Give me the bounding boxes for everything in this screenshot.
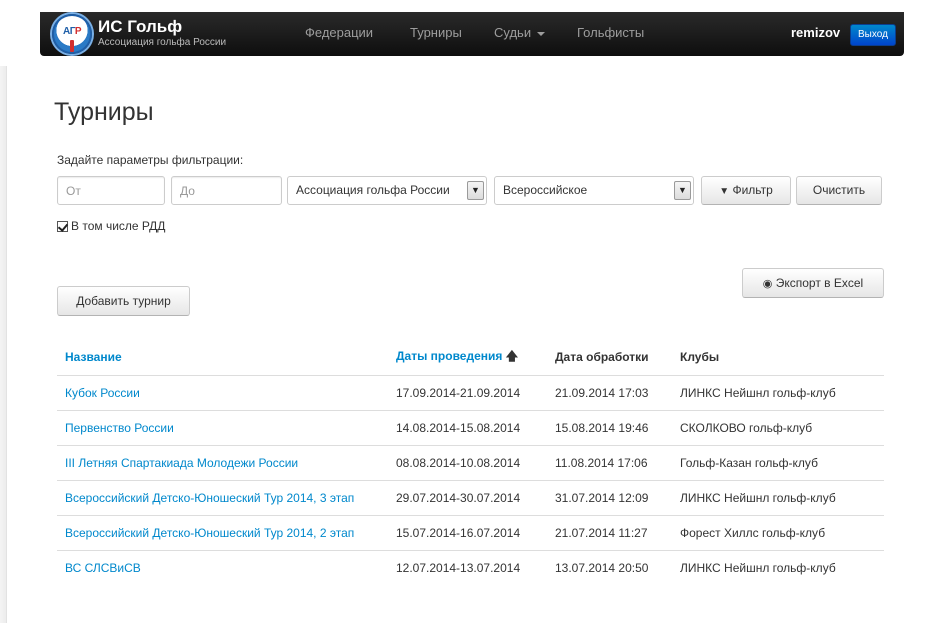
include-rdd-label: В том числе РДД xyxy=(71,219,166,233)
table-cell-name: Кубок России xyxy=(57,374,388,410)
include-rdd-checkbox[interactable] xyxy=(57,220,68,232)
tournament-link[interactable]: Всероссийский Детско-Юношеский Тур 2014,… xyxy=(65,526,354,540)
sort-by-dates-link[interactable]: Даты проведения xyxy=(396,349,502,363)
navbar-inner: АГР ИС Гольф Ассоциация гольфа России Фе… xyxy=(40,12,904,56)
federation-select-value: Ассоциация гольфа России xyxy=(296,183,450,197)
table-row: Всероссийский Детско-Юношеский Тур 2014,… xyxy=(57,479,884,515)
tournament-link[interactable]: Первенство России xyxy=(65,421,174,435)
column-header-clubs: Клубы xyxy=(672,340,884,376)
nav-link-judges-label: Судьи xyxy=(494,25,532,40)
table-cell-processed: 15.08.2014 19:46 xyxy=(547,409,672,445)
table-cell-clubs: Гольф-Казан гольф-клуб xyxy=(672,444,884,480)
table-cell-clubs: ЛИНКС Нейшнл гольф-клуб xyxy=(672,479,884,515)
table-cell-name: ВС СЛСВиСВ xyxy=(57,549,388,585)
golf-tee-icon xyxy=(70,40,74,52)
table-cell-processed: 13.07.2014 20:50 xyxy=(547,549,672,585)
page-left-edge xyxy=(0,66,7,623)
table-cell-dates: 15.07.2014-16.07.2014 xyxy=(388,514,547,550)
sort-ascending-icon: 🡅 xyxy=(505,348,519,363)
table-cell-clubs: ЛИНКС Нейшнл гольф-клуб xyxy=(672,549,884,585)
export-icon: ◉ xyxy=(762,278,773,290)
tournament-link[interactable]: Всероссийский Детско-Юношеский Тур 2014,… xyxy=(65,491,354,505)
table-cell-dates: 08.08.2014-10.08.2014 xyxy=(388,444,547,480)
nav-link-federations[interactable]: Федерации xyxy=(305,25,373,40)
add-tournament-button[interactable]: Добавить турнир xyxy=(57,286,190,316)
table-header-row: Название Даты проведения 🡅 Дата обработк… xyxy=(57,340,884,376)
tournaments-table: Название Даты проведения 🡅 Дата обработк… xyxy=(57,340,884,585)
table-row: Всероссийский Детско-Юношеский Тур 2014,… xyxy=(57,514,884,550)
clear-button[interactable]: Очистить xyxy=(796,176,882,205)
filter-label: Задайте параметры фильтрации: xyxy=(57,153,244,167)
caret-down-icon xyxy=(537,31,546,36)
tournament-link[interactable]: III Летняя Спартакиада Молодежи России xyxy=(65,456,298,470)
navbar: АГР ИС Гольф Ассоциация гольфа России Фе… xyxy=(7,0,931,66)
table-cell-name: Всероссийский Детско-Юношеский Тур 2014,… xyxy=(57,514,388,550)
federation-select[interactable]: Ассоциация гольфа России ▼ xyxy=(287,176,487,205)
chevron-down-icon: ▼ xyxy=(467,181,484,200)
level-select[interactable]: Всероссийское ▼ xyxy=(494,176,694,205)
brand-subtitle: Ассоциация гольфа России xyxy=(98,37,227,48)
nav-link-golfers[interactable]: Гольфисты xyxy=(577,25,644,40)
date-to-input[interactable] xyxy=(171,176,282,205)
table-cell-name: Всероссийский Детско-Юношеский Тур 2014,… xyxy=(57,479,388,515)
table-cell-processed: 11.08.2014 17:06 xyxy=(547,444,672,480)
tournament-link[interactable]: ВС СЛСВиСВ xyxy=(65,561,141,575)
export-excel-button[interactable]: ◉ Экспорт в Excel xyxy=(742,268,884,298)
table-cell-dates: 17.09.2014-21.09.2014 xyxy=(388,374,547,410)
table-row: Первенство России 14.08.2014-15.08.2014 … xyxy=(57,409,884,445)
chevron-down-icon: ▼ xyxy=(674,181,691,200)
filter-icon: ▼ xyxy=(719,186,730,197)
table-cell-name: III Летняя Спартакиада Молодежи России xyxy=(57,444,388,480)
date-from-input[interactable] xyxy=(57,176,165,205)
table-cell-dates: 12.07.2014-13.07.2014 xyxy=(388,549,547,585)
table-cell-dates: 29.07.2014-30.07.2014 xyxy=(388,479,547,515)
export-excel-label: Экспорт в Excel xyxy=(775,276,864,290)
nav-link-judges[interactable]: Судьи xyxy=(494,25,546,40)
table-cell-processed: 31.07.2014 12:09 xyxy=(547,479,672,515)
column-header-name[interactable]: Название xyxy=(57,340,388,376)
nav-link-tournaments[interactable]: Турниры xyxy=(410,25,462,40)
table-row: Кубок России 17.09.2014-21.09.2014 21.09… xyxy=(57,374,884,410)
filter-button-label: Фильтр xyxy=(732,183,773,197)
column-header-dates[interactable]: Даты проведения 🡅 xyxy=(388,340,547,376)
table-cell-name: Первенство России xyxy=(57,409,388,445)
filter-button[interactable]: ▼ Фильтр xyxy=(701,176,791,205)
column-header-processed: Дата обработки xyxy=(547,340,672,376)
table-row: III Летняя Спартакиада Молодежи России 0… xyxy=(57,444,884,480)
brand-title[interactable]: ИС Гольф xyxy=(98,17,182,37)
include-rdd-checkbox-row[interactable]: В том числе РДД xyxy=(57,219,165,233)
table-cell-processed: 21.09.2014 17:03 xyxy=(547,374,672,410)
table-cell-clubs: ЛИНКС Нейшнл гольф-клуб xyxy=(672,374,884,410)
sort-by-name-link[interactable]: Название xyxy=(65,350,122,364)
logo-text: АГР xyxy=(62,26,82,37)
table-cell-clubs: СКОЛКОВО гольф-клуб xyxy=(672,409,884,445)
logout-button[interactable]: Выход xyxy=(850,24,896,46)
page-title: Турниры xyxy=(54,98,154,126)
level-select-value: Всероссийское xyxy=(503,183,588,197)
table-cell-processed: 21.07.2014 11:27 xyxy=(547,514,672,550)
username[interactable]: remizov xyxy=(791,25,840,40)
table-cell-clubs: Форест Хиллс гольф-клуб xyxy=(672,514,884,550)
table-row: ВС СЛСВиСВ 12.07.2014-13.07.2014 13.07.2… xyxy=(57,549,884,585)
table-cell-dates: 14.08.2014-15.08.2014 xyxy=(388,409,547,445)
golf-association-logo-icon[interactable]: АГР xyxy=(52,14,92,54)
tournament-link[interactable]: Кубок России xyxy=(65,386,140,400)
